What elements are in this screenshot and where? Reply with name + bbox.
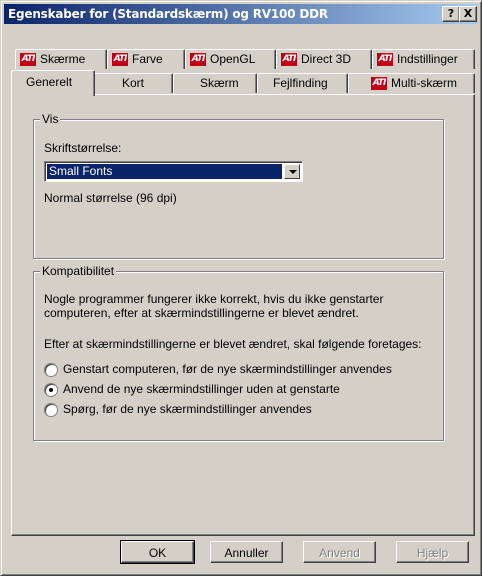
tab-label: Skærm bbox=[200, 76, 239, 90]
font-size-select[interactable]: Small Fonts bbox=[44, 161, 303, 182]
tab-label: Generelt bbox=[26, 75, 73, 89]
size-note: Normal størrelse (96 dpi) bbox=[44, 191, 177, 205]
tab-skaerm[interactable]: Skærm bbox=[173, 73, 257, 93]
tab-label: Farve bbox=[132, 52, 163, 66]
tab-label: Kort bbox=[122, 76, 145, 90]
font-size-value: Small Fonts bbox=[47, 164, 282, 179]
tab-label: Fejlfinding bbox=[273, 76, 328, 90]
radio-restart-label[interactable]: Genstart computeren, før de nye skærmind… bbox=[63, 362, 392, 376]
tab-label: OpenGL bbox=[210, 52, 256, 66]
tab-skaerme[interactable]: ATI Skærme bbox=[15, 49, 107, 69]
tab-farve[interactable]: ATI Farve bbox=[107, 49, 185, 69]
ati-logo-icon: ATI bbox=[377, 53, 393, 66]
tab-kort[interactable]: Kort bbox=[93, 73, 173, 93]
vis-group: Vis bbox=[33, 112, 444, 259]
help-button[interactable]: Hjælp bbox=[396, 541, 469, 563]
close-title-button[interactable]: X bbox=[459, 6, 477, 22]
tab-label: Multi-skærm bbox=[391, 76, 457, 90]
radio-ask[interactable] bbox=[44, 403, 58, 417]
compat-legend: Kompatibilitet bbox=[40, 264, 117, 278]
vis-legend: Vis bbox=[40, 112, 61, 126]
apply-button[interactable]: Anvend bbox=[303, 541, 376, 563]
ok-button[interactable]: OK bbox=[120, 540, 195, 564]
window-title: Egenskaber for (Standardskærm) og RV100 … bbox=[8, 7, 328, 21]
ati-logo-icon: ATI bbox=[190, 53, 206, 66]
ati-logo-icon: ATI bbox=[20, 53, 36, 66]
radio-restart[interactable] bbox=[44, 363, 58, 377]
ati-logo-icon: ATI bbox=[112, 53, 128, 66]
font-size-label: Skriftstørrelse: bbox=[44, 141, 122, 155]
help-title-button[interactable]: ? bbox=[442, 6, 460, 22]
radio-ask-label[interactable]: Spørg, før de nye skærmindstillinger anv… bbox=[63, 402, 312, 416]
tab-indstillinger[interactable]: ATI Indstillinger bbox=[372, 49, 475, 69]
radio-apply-label[interactable]: Anvend de nye skærmindstillinger uden at… bbox=[63, 382, 340, 396]
ati-logo-icon: ATI bbox=[281, 53, 297, 66]
radio-apply-without-restart[interactable] bbox=[44, 383, 58, 397]
tab-label: Skærme bbox=[40, 52, 86, 66]
tab-label: Direct 3D bbox=[301, 52, 352, 66]
cancel-button[interactable]: Annuller bbox=[210, 541, 283, 563]
chevron-down-icon[interactable] bbox=[284, 164, 300, 179]
tab-label: Indstillinger bbox=[397, 52, 458, 66]
compat-text-line3: Efter at skærmindstillingerne er blevet … bbox=[44, 337, 422, 351]
compat-text-line1: Nogle programmer fungerer ikke korrekt, … bbox=[44, 292, 384, 306]
tab-fejlfinding[interactable]: Fejlfinding bbox=[257, 73, 348, 93]
properties-dialog: Egenskaber for (Standardskærm) og RV100 … bbox=[0, 0, 482, 576]
tab-multi-skaerm[interactable]: ATI Multi-skærm bbox=[348, 73, 475, 93]
tab-opengl[interactable]: ATI OpenGL bbox=[185, 49, 276, 69]
tab-generelt[interactable]: Generelt bbox=[11, 70, 95, 96]
ati-logo-icon: ATI bbox=[371, 77, 387, 90]
compat-text-line2: computeren, efter at skærmindstillingern… bbox=[44, 306, 359, 320]
title-bar[interactable]: Egenskaber for (Standardskærm) og RV100 … bbox=[4, 4, 478, 24]
tab-direct3d[interactable]: ATI Direct 3D bbox=[276, 49, 372, 69]
